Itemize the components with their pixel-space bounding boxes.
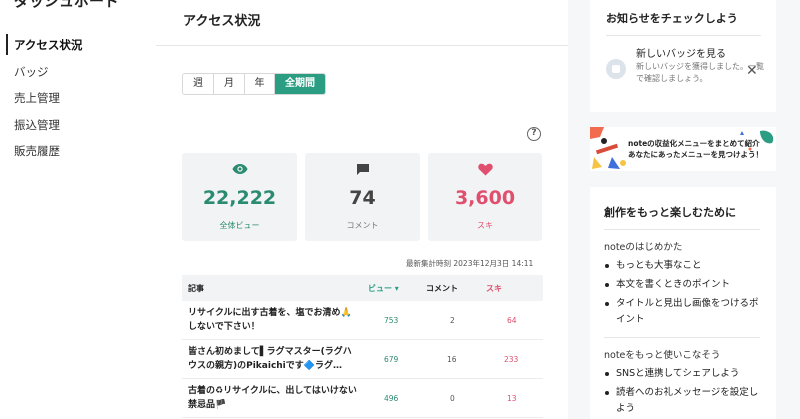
sidebar: ダッシュボード アクセス状況 バッジ 売上管理 振込管理 販売履歴 bbox=[0, 0, 156, 419]
table-row[interactable]: リサイクルに出す古着を、塩でお清め🙏しないで下さい！ 753 2 64 bbox=[182, 301, 543, 340]
main-header: アクセス状況 bbox=[156, 0, 568, 46]
row-comments: 16 bbox=[447, 355, 457, 364]
guide-link[interactable]: タイトルと見出し画像をつけるポイント bbox=[604, 296, 759, 328]
comment-icon bbox=[305, 163, 420, 179]
close-icon[interactable]: ✕ bbox=[746, 63, 758, 79]
table-header: 記事 ビュー ▾ コメント スキ bbox=[182, 275, 543, 301]
heart-icon bbox=[428, 163, 542, 179]
row-comments: 0 bbox=[450, 394, 455, 403]
period-selector: 週 月 年 全期間 bbox=[182, 73, 326, 95]
row-views: 753 bbox=[384, 316, 399, 325]
guide-link[interactable]: SNSと連携してシェアしよう bbox=[604, 366, 759, 382]
eye-icon bbox=[182, 163, 297, 179]
sidebar-nav: アクセス状況 バッジ 売上管理 振込管理 販売履歴 bbox=[0, 32, 156, 165]
row-likes: 13 bbox=[507, 394, 517, 403]
sidebar-item-sales[interactable]: 売上管理 bbox=[0, 85, 156, 112]
col-likes[interactable]: スキ bbox=[486, 283, 502, 294]
guide-heading: 創作をもっと楽しむために bbox=[604, 206, 736, 219]
row-likes: 64 bbox=[507, 316, 517, 325]
table-row[interactable]: 皆さん初めまして▌ラグマスター(ラグハウスの親方)のPikaichiです🔷ラグ…… bbox=[182, 340, 543, 379]
sidebar-item-sales-history[interactable]: 販売履歴 bbox=[0, 138, 156, 165]
sidebar-item-transfers[interactable]: 振込管理 bbox=[0, 112, 156, 139]
table-row[interactable]: 古着の♻リサイクルに、出してはいけない禁忌品🏴 496 0 13 bbox=[182, 379, 543, 418]
article-title[interactable]: リサイクルに出す古着を、塩でお清め🙏しないで下さい！ bbox=[188, 306, 360, 334]
stat-likes-label: スキ bbox=[477, 221, 493, 230]
notice-item-title[interactable]: 新しいバッジを見る bbox=[636, 45, 726, 60]
row-views: 679 bbox=[384, 355, 399, 364]
stat-card-likes: 3,600 スキ bbox=[428, 153, 542, 241]
notice-heading: お知らせをチェックしよう bbox=[606, 12, 738, 25]
divider bbox=[606, 35, 761, 36]
stat-card-views: 22,222 全体ビュー bbox=[182, 153, 297, 241]
sidebar-item-access[interactable]: アクセス状況 bbox=[0, 32, 156, 59]
guide-link[interactable]: もっとも大事なこと bbox=[604, 258, 759, 274]
row-views: 496 bbox=[384, 394, 399, 403]
guide-card: 創作をもっと楽しむために noteのはじめかた もっとも大事なこと 本文を書くと… bbox=[590, 187, 776, 419]
stat-likes-value: 3,600 bbox=[454, 187, 516, 209]
period-month-button[interactable]: 月 bbox=[214, 74, 245, 94]
divider bbox=[604, 337, 760, 338]
row-likes: 233 bbox=[504, 355, 519, 364]
notice-card: お知らせをチェックしよう 新しいバッジを見る 新しいバッジを獲得しました。一覧で… bbox=[590, 0, 776, 112]
article-title[interactable]: 皆さん初めまして▌ラグマスター(ラグハウスの親方)のPikaichiです🔷ラグ… bbox=[188, 345, 360, 373]
dashboard-title: ダッシュボード bbox=[14, 0, 120, 10]
stat-views-label: 全体ビュー bbox=[219, 221, 260, 230]
banner-text: noteの収益化メニューをまとめて紹介 あなたにあったメニューを見つけよう！ bbox=[628, 138, 763, 160]
col-views[interactable]: ビュー ▾ bbox=[368, 283, 399, 294]
guide-link[interactable]: 本文を書くときのポイント bbox=[604, 277, 759, 293]
stat-card-comments: 74 コメント bbox=[305, 153, 420, 241]
main-panel: アクセス状況 週 月 年 全期間 ? 22,222 全体ビュー 74 コメント … bbox=[156, 0, 568, 419]
monetization-banner[interactable]: noteの収益化メニューをまとめて紹介 あなたにあったメニューを見つけよう！ bbox=[590, 127, 776, 171]
guide-section-advanced: noteをもっと使いこなそう bbox=[604, 350, 721, 361]
guide-link[interactable]: 読者へのお礼メッセージを設定しよう bbox=[604, 385, 759, 417]
stat-comments-value: 74 bbox=[349, 187, 376, 209]
badge-icon bbox=[606, 59, 626, 79]
divider bbox=[604, 229, 760, 230]
guide-section-start: noteのはじめかた bbox=[604, 242, 683, 253]
page-title: アクセス状況 bbox=[183, 14, 261, 29]
article-title[interactable]: 古着の♻リサイクルに、出してはいけない禁忌品🏴 bbox=[188, 384, 360, 412]
stat-views-value: 22,222 bbox=[202, 187, 277, 209]
col-article: 記事 bbox=[188, 284, 204, 293]
last-updated: 最新集計時刻 2023年12月3日 14:11 bbox=[406, 259, 534, 268]
sidebar-item-badges[interactable]: バッジ bbox=[0, 59, 156, 86]
help-icon[interactable]: ? bbox=[527, 127, 541, 141]
period-week-button[interactable]: 週 bbox=[183, 74, 214, 94]
col-comments[interactable]: コメント bbox=[426, 283, 458, 294]
period-year-button[interactable]: 年 bbox=[245, 74, 275, 94]
stat-comments-label: コメント bbox=[346, 221, 379, 230]
banner-line-1: noteの収益化メニューをまとめて紹介 bbox=[628, 139, 760, 148]
banner-line-2: あなたにあったメニューを見つけよう！ bbox=[628, 150, 763, 159]
notice-item-desc: 新しいバッジを獲得しました。一覧で確認しましょう。 bbox=[636, 62, 764, 83]
period-all-button[interactable]: 全期間 bbox=[275, 74, 325, 94]
row-comments: 2 bbox=[450, 316, 455, 325]
